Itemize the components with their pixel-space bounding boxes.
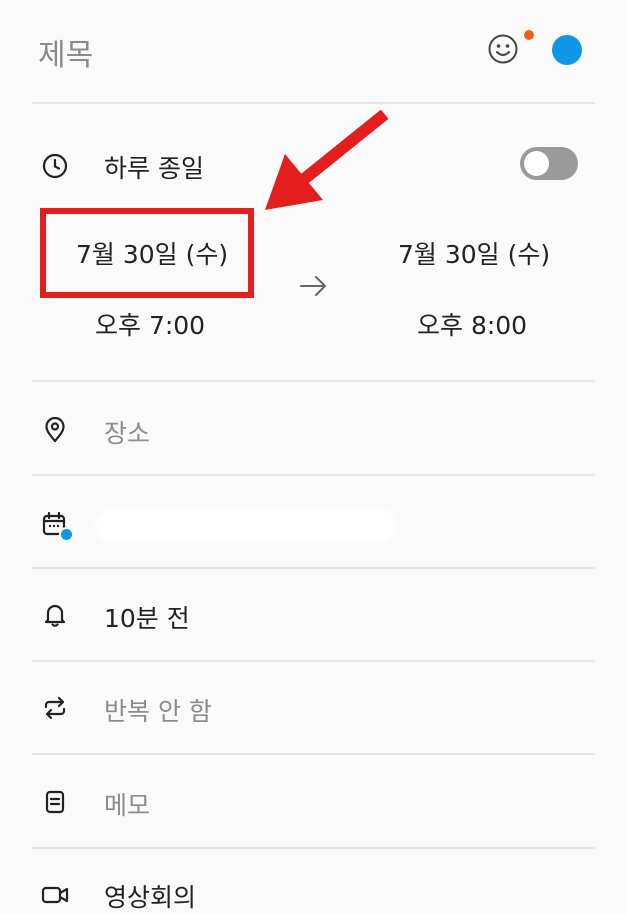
end-date[interactable]: 7월 30일 (수): [398, 235, 550, 271]
divider: [32, 660, 595, 662]
repeat-value[interactable]: 반복 안 함: [104, 692, 212, 728]
repeat-icon: [41, 694, 69, 722]
annotation-arrow-icon: [265, 110, 389, 210]
divider: [32, 753, 595, 755]
emoji-button[interactable]: [486, 32, 520, 66]
start-time[interactable]: 오후 7:00: [95, 306, 205, 342]
video-camera-icon: [41, 881, 69, 909]
all-day-toggle[interactable]: [520, 147, 578, 180]
divider: [32, 567, 595, 569]
memo-input[interactable]: 메모: [104, 786, 150, 822]
bell-icon: [41, 601, 69, 629]
end-time[interactable]: 오후 8:00: [417, 306, 527, 342]
title-input[interactable]: 제목: [38, 30, 93, 74]
reminder-value[interactable]: 10분 전: [104, 599, 190, 635]
right-arrow-icon: [300, 276, 326, 296]
memo-icon: [41, 788, 69, 816]
divider: [32, 380, 595, 382]
location-pin-icon: [41, 416, 69, 444]
location-input[interactable]: 장소: [104, 414, 150, 450]
divider: [32, 847, 595, 849]
smiley-face-icon: [488, 34, 518, 64]
divider: [32, 474, 595, 476]
calendar-account-selector[interactable]: [98, 512, 394, 540]
notification-dot: [524, 30, 534, 40]
video-call-label[interactable]: 영상회의: [104, 878, 196, 914]
clock-icon: [41, 152, 69, 180]
calendar-color-badge: [59, 527, 74, 542]
divider: [32, 102, 595, 104]
toggle-knob: [524, 151, 549, 176]
all-day-label: 하루 종일: [104, 154, 204, 183]
annotation-highlight-box: [40, 208, 254, 298]
calendar-color-button[interactable]: [552, 35, 582, 65]
